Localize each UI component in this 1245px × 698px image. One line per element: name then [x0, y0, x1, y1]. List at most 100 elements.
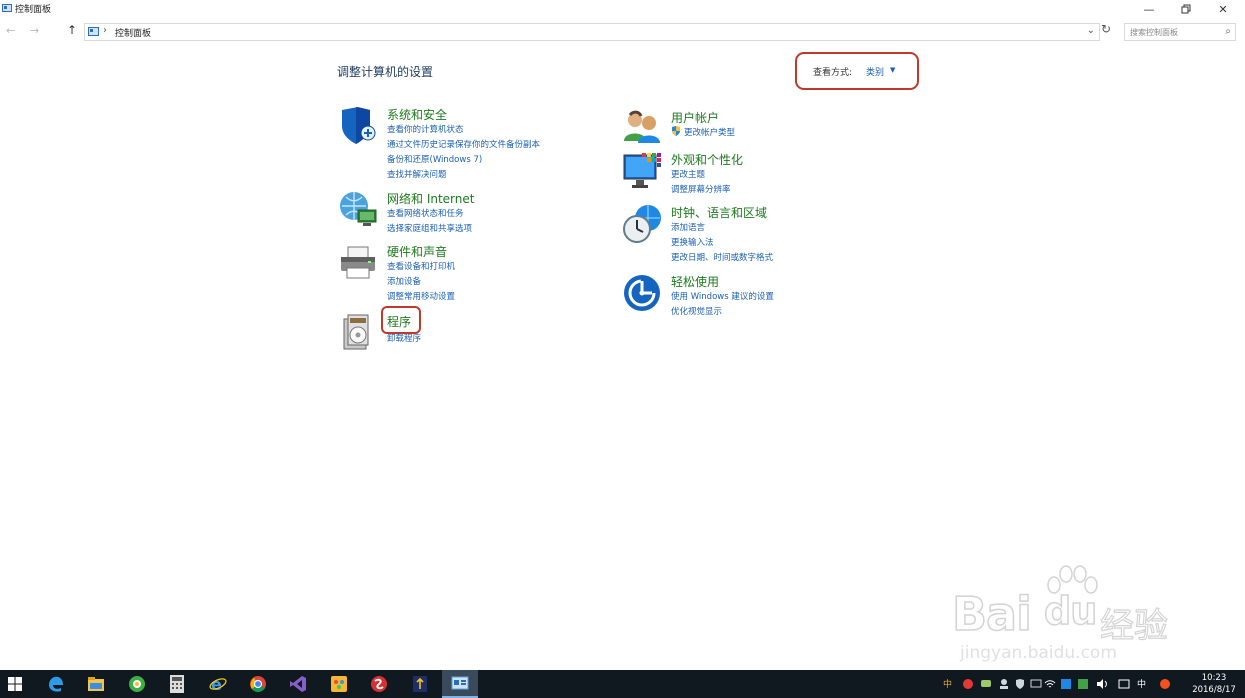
start-button[interactable] [4, 674, 26, 694]
window-title: 控制面板 [15, 5, 52, 15]
search-input[interactable]: 搜索控制面板 ⌕ [1124, 23, 1236, 41]
ease-of-access-icon[interactable] [622, 273, 662, 313]
volume-icon[interactable] [1096, 678, 1108, 690]
taskbar-app[interactable] [85, 674, 107, 694]
category-link[interactable]: 使用 Windows 建议的设置 [671, 290, 774, 305]
notification-icon[interactable] [1118, 678, 1130, 690]
search-placeholder: 搜索控制面板 [1130, 28, 1178, 37]
watermark-cn-text: 经验 [1099, 605, 1168, 646]
tray-sogou-icon[interactable] [1159, 678, 1171, 690]
forward-button[interactable]: → [30, 24, 39, 37]
category-title[interactable]: 程序 [387, 313, 411, 330]
category-title[interactable]: 系统和安全 [387, 106, 447, 123]
chrome-icon [250, 676, 266, 692]
start-icon [8, 677, 22, 691]
category-title[interactable]: 轻松使用 [671, 273, 719, 290]
category-link[interactable]: 查看设备和打印机 [387, 260, 455, 275]
title-bar: 控制面板 — ✕ [0, 0, 1245, 18]
taskbar-app[interactable]: e [207, 674, 229, 694]
tray-app-icon[interactable] [962, 678, 974, 690]
category-link[interactable]: 选择家庭组和共享选项 [387, 222, 472, 237]
taskbar-app[interactable] [247, 674, 269, 694]
watermark-text: Bai [951, 586, 1032, 642]
category-link[interactable]: 更换输入法 [671, 236, 773, 251]
category-link[interactable]: 调整常用移动设置 [387, 290, 455, 305]
taskbar: e 中 中 10:23 2016/8/17 [0, 670, 1245, 698]
refresh-button[interactable]: ↻ [1101, 22, 1111, 36]
tray-shield-icon[interactable] [1014, 678, 1026, 690]
programs-icon[interactable] [338, 313, 378, 353]
category-link[interactable]: 调整屏幕分辨率 [671, 183, 731, 198]
visual-studio-icon [290, 676, 306, 692]
breadcrumb-control-panel[interactable]: 控制面板 [115, 26, 151, 39]
taskbar-app[interactable] [368, 674, 390, 694]
taskbar-app[interactable] [409, 674, 431, 694]
watermark: Bai du 经验 jingyan.baidu.com [951, 565, 1182, 665]
category-link[interactable]: 优化视觉显示 [671, 305, 774, 320]
tray-chat-icon[interactable] [980, 678, 992, 690]
navigation-bar: ← → ↑ › 控制面板 ⌄ ↻ [0, 20, 1245, 44]
minimize-button[interactable]: — [1131, 0, 1167, 18]
category-link[interactable]: 更改日期、时间或数字格式 [671, 251, 773, 266]
category-title[interactable]: 硬件和声音 [387, 243, 447, 260]
breadcrumb-separator-icon: › [103, 25, 107, 36]
system-clock[interactable]: 10:23 2016/8/17 [1188, 672, 1240, 696]
restore-icon [1181, 4, 1191, 14]
category-link[interactable]: 查找并解决问题 [387, 168, 540, 183]
tray-people-icon[interactable] [998, 678, 1010, 690]
users-icon[interactable] [622, 109, 662, 149]
tray-app-blue-icon[interactable] [1060, 678, 1072, 690]
shield-icon[interactable] [338, 106, 378, 146]
address-dropdown-icon[interactable]: ⌄ [1087, 25, 1095, 36]
input-language-indicator[interactable]: 中 [1137, 677, 1146, 690]
category-link[interactable]: 添加设备 [387, 275, 455, 290]
snagit-icon [371, 676, 387, 692]
watermark-url: jingyan.baidu.com [960, 643, 1117, 663]
chevron-down-icon[interactable]: ▼ [890, 66, 895, 74]
category-link[interactable]: 查看网络状态和任务 [387, 207, 472, 222]
taskbar-app[interactable] [126, 674, 148, 694]
taskbar-app[interactable] [328, 674, 350, 694]
app-icon [413, 676, 427, 692]
category-link[interactable]: 通过文件历史记录保存你的文件备份副本 [387, 138, 540, 153]
monitor-palette-icon[interactable] [622, 151, 662, 191]
control-panel-app-icon [2, 4, 12, 12]
taskbar-app[interactable] [287, 674, 309, 694]
up-button[interactable]: ↑ [67, 23, 77, 37]
control-panel-icon [451, 676, 469, 690]
close-icon: ✕ [1218, 2, 1228, 16]
wifi-icon[interactable] [1044, 678, 1056, 690]
back-button[interactable]: ← [6, 24, 15, 37]
tray-app-green-icon[interactable] [1077, 678, 1089, 690]
network-globe-icon[interactable] [338, 190, 378, 230]
close-button[interactable]: ✕ [1205, 0, 1241, 18]
uac-shield-icon [672, 126, 680, 136]
category-link[interactable]: 备份和还原(Windows 7) [387, 153, 540, 168]
clock-globe-icon[interactable] [622, 204, 662, 244]
category-title[interactable]: 网络和 Internet [387, 190, 474, 207]
category-link[interactable]: 查看你的计算机状态 [387, 123, 540, 138]
category-link[interactable]: 更改帐户类型 [671, 126, 735, 141]
category-link[interactable]: 添加语言 [671, 221, 773, 236]
category-title[interactable]: 时钟、语言和区域 [671, 204, 767, 221]
ime-indicator[interactable]: 中 [943, 677, 952, 690]
maximize-button[interactable] [1168, 0, 1204, 18]
category-title[interactable]: 外观和个性化 [671, 151, 743, 168]
printer-icon[interactable] [338, 243, 378, 283]
taskbar-app[interactable] [166, 674, 188, 694]
category-title[interactable]: 用户帐户 [671, 109, 719, 126]
file-explorer-icon [88, 677, 104, 691]
svg-text:e: e [211, 675, 222, 693]
category-link[interactable]: 更改主题 [671, 168, 731, 183]
category-link[interactable]: 卸载程序 [387, 332, 421, 347]
edge-icon [49, 676, 63, 692]
taskbar-app-active[interactable] [442, 670, 478, 698]
address-bar[interactable]: › 控制面板 ⌄ [84, 23, 1100, 41]
watermark-paw-text: du [1043, 588, 1098, 634]
360-browser-icon [129, 676, 145, 692]
tray-display-icon[interactable] [1030, 678, 1042, 690]
search-icon[interactable]: ⌕ [1225, 26, 1231, 37]
category-link-text: 更改帐户类型 [684, 128, 736, 138]
view-by-dropdown[interactable]: 类别 [866, 65, 884, 78]
taskbar-app[interactable] [45, 674, 67, 694]
